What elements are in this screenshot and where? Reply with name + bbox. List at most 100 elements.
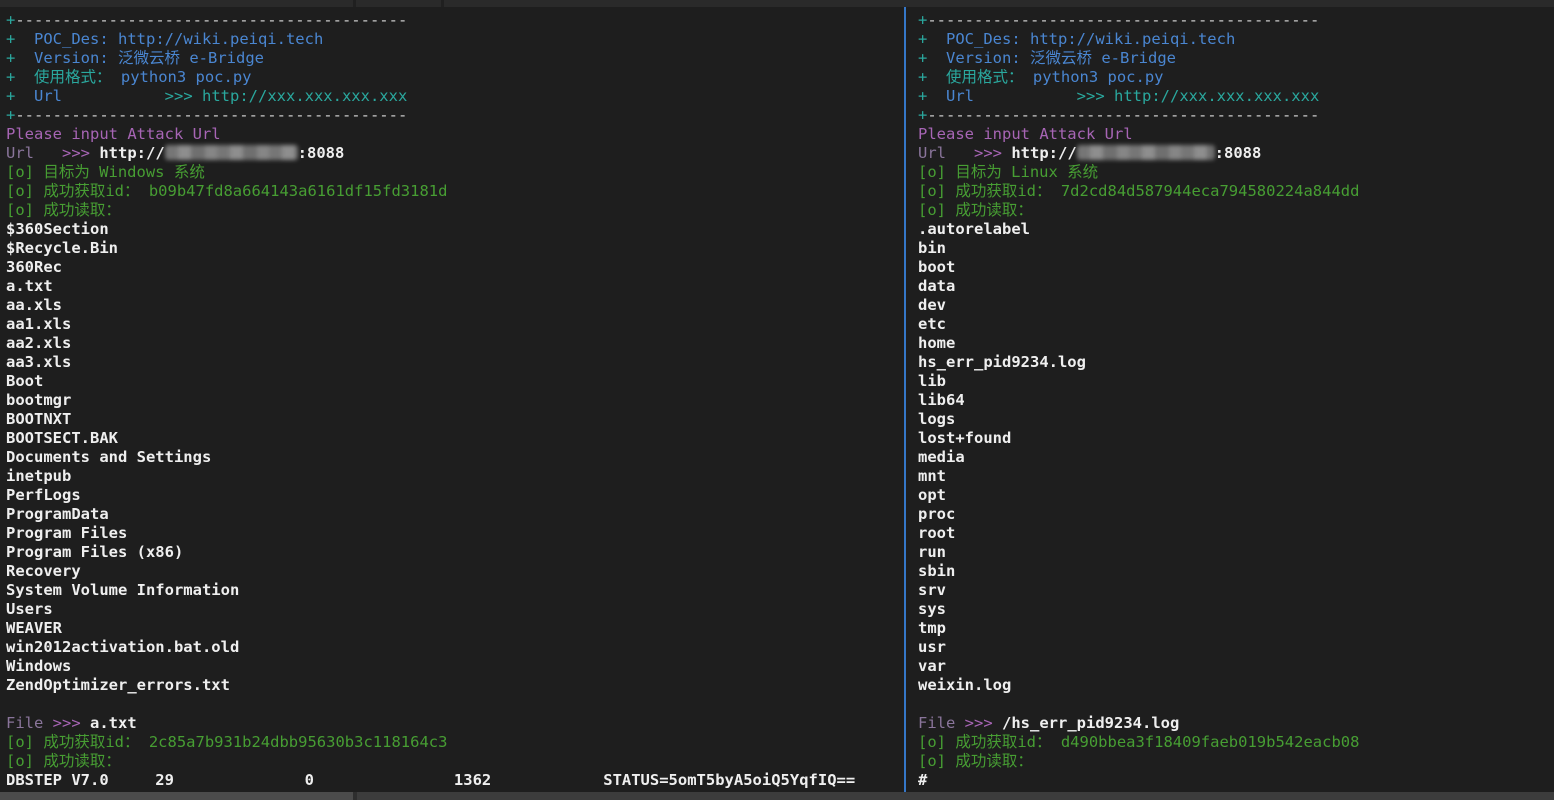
terminal-pane-right[interactable]: + ---------------------------------------… <box>912 7 1554 792</box>
text-segment: 使用格式： <box>34 68 112 86</box>
text-segment <box>1002 144 1011 162</box>
text-segment: DBSTEP V7.0 29 0 1362 STATUS=5omT5byA5oi… <box>6 771 855 789</box>
terminal-line: data <box>918 277 1554 296</box>
text-segment: + <box>918 68 927 86</box>
text-segment: BOOTNXT <box>6 410 71 428</box>
terminal-line <box>6 695 898 714</box>
text-segment: File <box>918 714 955 732</box>
text-segment <box>927 87 946 105</box>
text-segment <box>15 49 34 67</box>
terminal-line: +---------------------------------------… <box>918 11 1554 30</box>
terminal-line: +---------------------------------------… <box>6 11 898 30</box>
text-segment: proc <box>918 505 955 523</box>
text-segment: Recovery <box>6 562 81 580</box>
text-segment: aa.xls <box>6 296 62 314</box>
text-segment: Version: 泛微云桥 e-Bridge <box>946 49 1176 67</box>
text-segment: aa3.xls <box>6 353 71 371</box>
terminal-line: aa3.xls <box>6 353 898 372</box>
terminal-line: var <box>918 657 1554 676</box>
text-segment: >>> <box>965 714 993 732</box>
bottom-edge-segment <box>0 792 357 800</box>
terminal-line: $360Section <box>6 220 898 239</box>
terminal-line: File >>> /hs_err_pid9234.log <box>918 714 1554 733</box>
text-segment: >>> <box>53 714 81 732</box>
text-segment: inetpub <box>6 467 71 485</box>
text-segment: + <box>918 11 927 29</box>
text-segment: sys <box>918 600 946 618</box>
text-segment: POC_Des: http://wiki.peiqi.tech <box>946 30 1235 48</box>
text-segment: bin <box>918 239 946 257</box>
terminal-line: WEAVER <box>6 619 898 638</box>
terminal-line: +---------------------------------------… <box>918 106 1554 125</box>
text-segment: [o] 成功读取： <box>6 752 121 770</box>
text-segment: aa1.xls <box>6 315 71 333</box>
text-segment: opt <box>918 486 946 504</box>
window-top-edge <box>0 0 1554 7</box>
tab-seam <box>441 0 444 7</box>
text-segment: lib <box>918 372 946 390</box>
terminal-line: root <box>918 524 1554 543</box>
text-segment: [o] 成功读取： <box>6 201 121 219</box>
terminal-line: BOOTSECT.BAK <box>6 429 898 448</box>
text-segment: run <box>918 543 946 561</box>
terminal-line: + 使用格式： python3 poc.py <box>6 68 898 87</box>
text-segment <box>43 714 52 732</box>
terminal-line: [o] 成功获取id： b09b47fd8a664143a6161df15fd3… <box>6 182 898 201</box>
text-segment: BOOTSECT.BAK <box>6 429 118 447</box>
text-segment: 使用格式： <box>946 68 1024 86</box>
text-segment: lost+found <box>918 429 1011 447</box>
text-segment: # <box>918 771 927 789</box>
text-segment: tmp <box>918 619 946 637</box>
terminal-line: aa1.xls <box>6 315 898 334</box>
terminal-line: hs_err_pid9234.log <box>918 353 1554 372</box>
terminal-line: mnt <box>918 467 1554 486</box>
text-segment <box>993 714 1002 732</box>
text-segment: dev <box>918 296 946 314</box>
text-segment: + <box>918 49 927 67</box>
text-segment: + <box>6 87 15 105</box>
text-segment: Url <box>946 87 974 105</box>
text-segment: File <box>6 714 43 732</box>
terminal-line: DBSTEP V7.0 29 0 1362 STATUS=5omT5byA5oi… <box>6 771 898 790</box>
text-segment: boot <box>918 258 955 276</box>
terminal-line: proc <box>918 505 1554 524</box>
terminal-line: dev <box>918 296 1554 315</box>
terminal-line: lib <box>918 372 1554 391</box>
text-segment: Version: 泛微云桥 e-Bridge <box>34 49 264 67</box>
text-segment: http:// <box>1011 144 1076 162</box>
text-segment: ZendOptimizer_errors.txt <box>6 676 230 694</box>
text-segment: data <box>918 277 955 295</box>
text-segment: bootmgr <box>6 391 71 409</box>
terminal-line: weixin.log <box>918 676 1554 695</box>
terminal-line: + Version: 泛微云桥 e-Bridge <box>6 49 898 68</box>
text-segment: Please input Attack Url <box>918 125 1133 143</box>
text-segment <box>15 68 34 86</box>
text-segment: Program Files <box>6 524 127 542</box>
text-segment: 360Rec <box>6 258 62 276</box>
text-segment: Users <box>6 600 53 618</box>
terminal-line: aa2.xls <box>6 334 898 353</box>
terminal-line: tmp <box>918 619 1554 638</box>
text-segment: [o] 成功读取： <box>918 201 1033 219</box>
text-segment: ----------------------------------------… <box>927 106 1319 124</box>
terminal-line: +---------------------------------------… <box>6 106 898 125</box>
terminal-line: + POC_Des: http://wiki.peiqi.tech <box>6 30 898 49</box>
terminal-line: logs <box>918 410 1554 429</box>
terminal-line: inetpub <box>6 467 898 486</box>
terminal-line: [o] 成功读取： <box>918 201 1554 220</box>
text-segment: System Volume Information <box>6 581 239 599</box>
terminal-line: Recovery <box>6 562 898 581</box>
terminal-line: [o] 成功获取id： d490bbea3f18409faeb019b542ea… <box>918 733 1554 752</box>
text-segment <box>974 87 1077 105</box>
split-divider[interactable] <box>898 7 912 792</box>
text-segment: [o] 成功获取id： b09b47fd8a664143a6161df15fd3… <box>6 182 447 200</box>
terminal-pane-left[interactable]: +---------------------------------------… <box>0 7 898 792</box>
text-segment: lib64 <box>918 391 965 409</box>
text-segment: aa2.xls <box>6 334 71 352</box>
terminal-line: [o] 成功读取： <box>918 752 1554 771</box>
text-segment: a.txt <box>90 714 137 732</box>
text-segment: a.txt <box>6 277 53 295</box>
terminal-line: Program Files (x86) <box>6 543 898 562</box>
terminal-line: [o] 成功获取id： 2c85a7b931b24dbb95630b3c1181… <box>6 733 898 752</box>
window-bottom-edge <box>0 792 1554 800</box>
